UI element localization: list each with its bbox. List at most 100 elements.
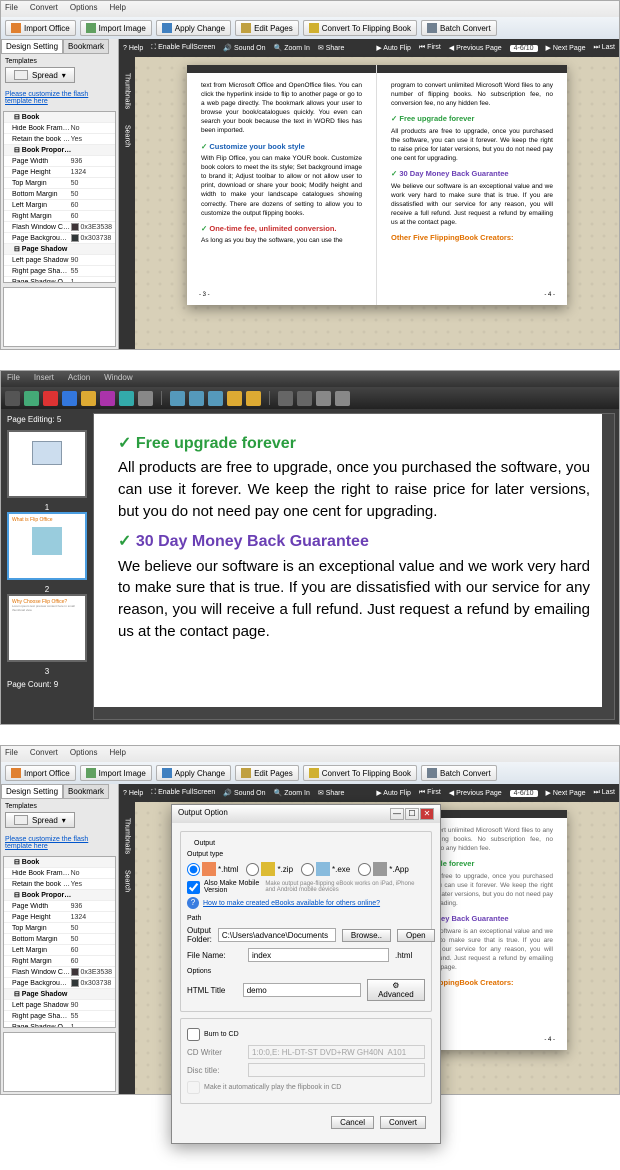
spread-dropdown[interactable]: Spread ▾ <box>5 67 75 83</box>
property-row[interactable]: Left page Shadow90 <box>4 1000 115 1011</box>
property-row[interactable]: Flash Window Color 0x3E3538 <box>4 222 115 233</box>
next-button[interactable]: ▶ Next Page <box>546 44 586 52</box>
tool-swf-icon[interactable] <box>100 391 115 406</box>
page-indicator[interactable]: 4-6/10 <box>510 790 538 797</box>
tool-zoom-icon[interactable] <box>297 391 312 406</box>
search-tab[interactable]: Search <box>124 864 131 898</box>
sound-button[interactable]: 🔊 Sound On <box>223 789 265 797</box>
convert-book-button[interactable]: Convert To Flipping Book <box>303 765 417 781</box>
property-row[interactable]: Top Margin50 <box>4 923 115 934</box>
tool-link-icon[interactable] <box>24 391 39 406</box>
tab-design-setting[interactable]: Design Setting <box>1 39 63 54</box>
v-scrollbar[interactable] <box>602 414 614 719</box>
flipbook[interactable]: text from Microsoft Office and OpenOffic… <box>187 65 567 305</box>
tool-pointer-icon[interactable] <box>5 391 20 406</box>
property-row[interactable]: Left Margin60 <box>4 200 115 211</box>
ed-menu-window[interactable]: Window <box>104 373 132 385</box>
property-tree[interactable]: ⊟ BookHide Book Frame BarNoRetain the bo… <box>3 856 116 1028</box>
minimize-button[interactable]: — <box>390 808 404 820</box>
prev-button[interactable]: ◀ Previous Page <box>449 44 502 52</box>
next-button[interactable]: ▶ Next Page <box>546 789 586 797</box>
page-thumb-3[interactable]: Why Choose Flip Office?Lorem ipsum text … <box>7 594 87 662</box>
tool-undo-icon[interactable] <box>227 391 242 406</box>
property-row[interactable]: Page Background Color 0x303738 <box>4 233 115 244</box>
fullscreen-button[interactable]: ⛶ Enable FullScreen <box>151 789 215 797</box>
fullscreen-button[interactable]: ⛶ Enable FullScreen <box>151 44 215 52</box>
tool-text-icon[interactable] <box>138 391 153 406</box>
edit-pages-button[interactable]: Edit Pages <box>235 20 299 36</box>
property-row[interactable]: Page Shadow Opacity1 <box>4 1022 115 1028</box>
property-row[interactable]: ⊟ Book Proportions <box>4 145 115 156</box>
radio-exe[interactable]: *.exe <box>301 862 350 876</box>
thumbnails-tab[interactable]: Thumbnails <box>124 67 131 115</box>
first-button[interactable]: ⏮ First <box>419 789 441 797</box>
menu-options[interactable]: Options <box>70 3 98 15</box>
maximize-button[interactable]: ☐ <box>405 808 419 820</box>
share-button[interactable]: ✉ Share <box>318 789 345 797</box>
menu-convert[interactable]: Convert <box>30 748 58 760</box>
help-link[interactable]: How to make created eBooks available for… <box>203 900 380 907</box>
sound-button[interactable]: 🔊 Sound On <box>223 44 265 52</box>
last-button[interactable]: ⏭ Last <box>594 789 615 797</box>
property-row[interactable]: Page Height1324 <box>4 167 115 178</box>
ed-menu-insert[interactable]: Insert <box>34 373 54 385</box>
tool-align-icon[interactable] <box>278 391 293 406</box>
mobile-version-checkbox[interactable] <box>187 881 200 894</box>
tool-redo-icon[interactable] <box>246 391 261 406</box>
property-row[interactable]: Bottom Margin50 <box>4 189 115 200</box>
property-row[interactable]: Hide Book Frame BarNo <box>4 123 115 134</box>
property-row[interactable]: Flash Window Color 0x3E3538 <box>4 967 115 978</box>
dialog-titlebar[interactable]: Output Option — ☐ ✕ <box>172 805 440 823</box>
spread-dropdown[interactable]: Spread ▾ <box>5 812 75 828</box>
convert-book-button[interactable]: Convert To Flipping Book <box>303 20 417 36</box>
batch-convert-button[interactable]: Batch Convert <box>421 765 497 781</box>
property-tree[interactable]: ⊟ BookHide Book Frame BarNoRetain the bo… <box>3 111 116 283</box>
tool-video-icon[interactable] <box>43 391 58 406</box>
property-row[interactable]: Page Height1324 <box>4 912 115 923</box>
tool-grid-icon[interactable] <box>316 391 331 406</box>
tool-save-icon[interactable] <box>335 391 350 406</box>
property-row[interactable]: Top Margin50 <box>4 178 115 189</box>
tool-copy-icon[interactable] <box>170 391 185 406</box>
help-button[interactable]: ? Help <box>123 790 143 797</box>
zoom-button[interactable]: 🔍 Zoom In <box>274 789 310 797</box>
help-button[interactable]: ? Help <box>123 45 143 52</box>
search-tab[interactable]: Search <box>124 119 131 153</box>
property-row[interactable]: Page Shadow Opacity1 <box>4 277 115 283</box>
property-row[interactable]: Right Margin60 <box>4 211 115 222</box>
menu-help[interactable]: Help <box>109 3 125 15</box>
tab-bookmark[interactable]: Bookmark <box>63 39 109 54</box>
customize-link[interactable]: Please customize the flash template here <box>1 87 118 109</box>
import-office-button[interactable]: Import Office <box>5 20 76 36</box>
autoflip-button[interactable]: ▶ Auto Flip <box>376 44 411 52</box>
menu-options[interactable]: Options <box>70 748 98 760</box>
radio-zip[interactable]: *.zip <box>246 862 293 876</box>
share-button[interactable]: ✉ Share <box>318 44 345 52</box>
last-button[interactable]: ⏭ Last <box>594 44 615 52</box>
close-button[interactable]: ✕ <box>420 808 434 820</box>
output-folder-input[interactable] <box>218 928 336 942</box>
property-row[interactable]: ⊟ Page Shadow <box>4 244 115 255</box>
property-row[interactable]: Left page Shadow90 <box>4 255 115 266</box>
radio-app[interactable]: *.App <box>358 862 409 876</box>
h-scrollbar[interactable] <box>94 707 602 719</box>
property-row[interactable]: Retain the book to centerYes <box>4 134 115 145</box>
property-row[interactable]: ⊟ Book Proportions <box>4 890 115 901</box>
tool-image-icon[interactable] <box>81 391 96 406</box>
menu-file[interactable]: File <box>5 3 18 15</box>
page-indicator[interactable]: 4-6/10 <box>510 45 538 52</box>
menu-help[interactable]: Help <box>109 748 125 760</box>
property-row[interactable]: Bottom Margin50 <box>4 934 115 945</box>
import-office-button[interactable]: Import Office <box>5 765 76 781</box>
page-thumb-2[interactable]: What is Flip Office <box>7 512 87 580</box>
tab-design-setting[interactable]: Design Setting <box>1 784 63 799</box>
radio-html[interactable]: *.html <box>187 862 238 876</box>
advanced-button[interactable]: ⚙ Advanced <box>367 979 425 1001</box>
import-image-button[interactable]: Import Image <box>80 20 152 36</box>
property-row[interactable]: Retain the book to centerYes <box>4 879 115 890</box>
menu-convert[interactable]: Convert <box>30 3 58 15</box>
property-row[interactable]: Page Background Color 0x303738 <box>4 978 115 989</box>
property-row[interactable]: ⊟ Book <box>4 857 115 868</box>
thumbnails-tab[interactable]: Thumbnails <box>124 812 131 860</box>
menu-file[interactable]: File <box>5 748 18 760</box>
